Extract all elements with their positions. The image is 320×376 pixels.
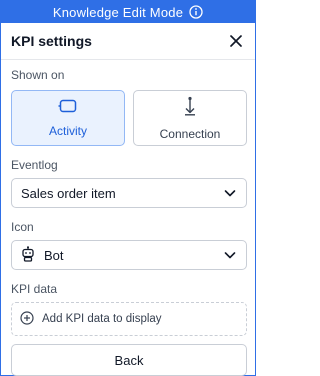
eventlog-value: Sales order item	[21, 185, 116, 201]
add-circle-icon	[20, 310, 34, 328]
icon-select[interactable]: Bot	[11, 240, 247, 270]
add-kpi-data-label: Add KPI data to display	[42, 313, 162, 325]
shown-on-options: Activity Connection	[1, 82, 255, 146]
close-icon[interactable]	[227, 32, 245, 50]
knowledge-edit-mode-banner: Knowledge Edit Mode	[1, 1, 255, 23]
bot-icon	[21, 245, 35, 265]
connection-icon	[183, 96, 197, 119]
connection-option[interactable]: Connection	[133, 90, 247, 146]
banner-text: Knowledge Edit Mode	[52, 4, 184, 20]
eventlog-label: Eventlog	[11, 158, 58, 172]
activity-option-label: Activity	[48, 123, 87, 138]
connection-option-label: Connection	[159, 126, 221, 141]
panel-header: KPI settings	[1, 23, 255, 60]
kpi-data-label: KPI data	[11, 282, 58, 296]
back-button[interactable]: Back	[11, 344, 247, 376]
activity-option[interactable]: Activity	[11, 90, 125, 146]
icon-select-value: Bot	[21, 245, 64, 265]
panel-title: KPI settings	[11, 33, 92, 49]
add-kpi-data-button[interactable]: Add KPI data to display	[11, 302, 247, 336]
icon-value: Bot	[44, 247, 64, 263]
chevron-down-icon	[223, 186, 237, 200]
kpi-settings-panel: Knowledge Edit Mode KPI settings Shown o…	[0, 0, 256, 376]
eventlog-select[interactable]: Sales order item	[11, 178, 247, 208]
activity-icon	[58, 99, 78, 116]
icon-label: Icon	[11, 220, 34, 234]
info-icon[interactable]	[189, 5, 203, 19]
shown-on-label: Shown on	[11, 68, 65, 82]
chevron-down-icon	[223, 248, 237, 262]
